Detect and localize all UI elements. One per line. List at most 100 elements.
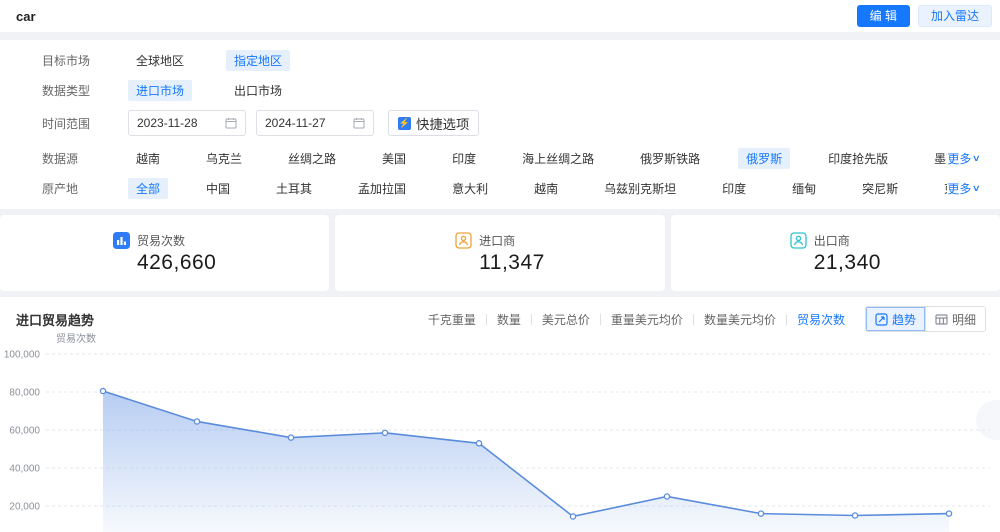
stat-card-trades: 贸易次数 426,660 bbox=[0, 215, 330, 291]
filter-option[interactable]: 印度 bbox=[444, 148, 484, 169]
more-label: 更多 bbox=[947, 182, 972, 196]
filter-option[interactable]: 柬埔寨 bbox=[936, 178, 947, 199]
filter-option[interactable]: 全部 bbox=[128, 178, 169, 199]
trend-icon bbox=[875, 312, 888, 326]
filter-option[interactable]: 进口市场 bbox=[128, 80, 193, 101]
stat-label: 进口商 bbox=[479, 233, 516, 248]
app-title: car bbox=[16, 8, 36, 24]
filter-label: 数据类型 bbox=[42, 84, 91, 98]
filter-options: 越南乌克兰丝绸之路美国印度海上丝绸之路俄罗斯铁路俄罗斯印度抢先版墨西哥哈萨克斯坦… bbox=[128, 148, 947, 169]
y-tick-label: 40,000 bbox=[9, 464, 40, 475]
stat-value: 21,340 bbox=[813, 250, 881, 274]
calendar-icon bbox=[225, 117, 237, 129]
stat-cards: 贸易次数 426,660 进口商 11,347 出口商 21,340 bbox=[0, 215, 1000, 291]
filter-row-origin: 原产地 全部中国土耳其孟加拉国意大利越南乌兹别克斯坦印度缅甸突尼斯柬埔寨德国保加… bbox=[42, 178, 982, 199]
filter-label: 目标市场 bbox=[42, 54, 91, 68]
filter-option[interactable]: 丝绸之路 bbox=[280, 148, 344, 169]
y-tick-label: 80,000 bbox=[9, 388, 40, 399]
filter-option[interactable]: 孟加拉国 bbox=[350, 178, 414, 199]
filter-options: 全球地区 指定地区 bbox=[128, 50, 980, 71]
y-tick-label: 100,000 bbox=[4, 350, 41, 361]
stat-value: 426,660 bbox=[136, 250, 217, 274]
metric-switcher: 千克重量 数量 美元总价 重量美元均价 数量美元均价 贸易次数 bbox=[418, 311, 855, 328]
metric-option[interactable]: 美元总价 bbox=[532, 311, 600, 328]
importer-icon bbox=[455, 231, 472, 249]
filter-option[interactable]: 美国 bbox=[374, 148, 414, 169]
filter-option[interactable]: 越南 bbox=[526, 178, 566, 199]
quick-options-label: 快捷选项 bbox=[416, 116, 470, 132]
stat-card-importers: 进口商 11,347 bbox=[335, 215, 665, 291]
more-origin-link[interactable]: 更多 ∨ bbox=[947, 180, 982, 197]
y-tick-label: 60,000 bbox=[9, 426, 40, 437]
filter-option[interactable]: 俄罗斯 bbox=[738, 148, 791, 169]
metric-option[interactable]: 重量美元均价 bbox=[601, 311, 693, 328]
quick-options-button[interactable]: ⚡ 快捷选项 bbox=[388, 110, 480, 136]
exporter-icon bbox=[790, 231, 807, 249]
filter-option[interactable]: 意大利 bbox=[444, 178, 496, 199]
data-point[interactable] bbox=[381, 429, 389, 437]
add-radar-button[interactable]: 加入雷达 bbox=[917, 5, 992, 27]
y-tick-label: 20,000 bbox=[9, 502, 40, 513]
filter-option[interactable]: 俄罗斯铁路 bbox=[632, 148, 708, 169]
data-point[interactable] bbox=[663, 493, 671, 500]
metric-option[interactable]: 贸易次数 bbox=[787, 311, 855, 328]
metric-option[interactable]: 数量美元均价 bbox=[694, 311, 786, 328]
filter-panel: 目标市场 全球地区 指定地区 数据类型 进口市场 出口市场 时间范围 2023-11… bbox=[0, 40, 1000, 209]
data-point[interactable] bbox=[99, 387, 107, 395]
data-point[interactable] bbox=[475, 440, 483, 447]
filter-option[interactable]: 突尼斯 bbox=[854, 178, 906, 199]
filter-option[interactable]: 海上丝绸之路 bbox=[514, 148, 602, 169]
filter-row-data-source: 数据源 越南乌克兰丝绸之路美国印度海上丝绸之路俄罗斯铁路俄罗斯印度抢先版墨西哥哈… bbox=[42, 148, 982, 169]
filter-options: 全部中国土耳其孟加拉国意大利越南乌兹别克斯坦印度缅甸突尼斯柬埔寨德国保加利亚葡萄… bbox=[128, 178, 947, 199]
filter-option[interactable]: 乌兹别克斯坦 bbox=[596, 178, 684, 199]
filter-option[interactable]: 乌克兰 bbox=[198, 148, 250, 169]
data-point[interactable] bbox=[757, 510, 765, 517]
start-date-input[interactable]: 2023-11-28 bbox=[128, 110, 246, 136]
filter-options: 进口市场 出口市场 bbox=[128, 80, 980, 101]
chevron-down-icon: ∨ bbox=[972, 183, 982, 193]
filter-row-data-type: 数据类型 进口市场 出口市场 bbox=[42, 80, 980, 101]
more-label: 更多 bbox=[947, 152, 972, 166]
chevron-down-icon: ∨ bbox=[972, 153, 982, 163]
filter-option[interactable]: 墨西哥 bbox=[926, 148, 947, 169]
filter-label: 数据源 bbox=[42, 152, 79, 166]
chart-title: 进口贸易趋势 bbox=[16, 312, 95, 328]
topbar-actions: 编 辑 加入雷达 bbox=[856, 5, 992, 27]
filter-option[interactable]: 全球地区 bbox=[128, 50, 192, 71]
stat-label: 贸易次数 bbox=[136, 233, 185, 248]
filter-option[interactable]: 缅甸 bbox=[784, 178, 824, 199]
stat-label: 出口商 bbox=[813, 233, 850, 248]
data-point[interactable] bbox=[569, 513, 577, 520]
filter-label: 时间范围 bbox=[42, 116, 91, 131]
stat-value: 11,347 bbox=[479, 250, 545, 274]
metric-option[interactable]: 数量 bbox=[487, 311, 531, 328]
data-point[interactable] bbox=[851, 512, 859, 519]
chart-header: 进口贸易趋势 千克重量 数量 美元总价 重量美元均价 数量美元均价 贸易次数 趋势 明细 bbox=[0, 306, 1000, 332]
filter-option[interactable]: 指定地区 bbox=[226, 50, 291, 71]
end-date-input[interactable]: 2024-11-27 bbox=[256, 110, 374, 136]
filter-option[interactable]: 越南 bbox=[128, 148, 168, 169]
more-data-source-link[interactable]: 更多 ∨ bbox=[947, 150, 982, 167]
calendar-icon bbox=[353, 117, 365, 129]
filter-option[interactable]: 印度抢先版 bbox=[820, 148, 896, 169]
stat-card-exporters: 出口商 21,340 bbox=[670, 215, 1000, 291]
trend-chart: 贸易次数020,00040,00060,00080,000100,0002023… bbox=[4, 332, 990, 532]
filter-option[interactable]: 出口市场 bbox=[226, 80, 290, 101]
filter-option[interactable]: 印度 bbox=[714, 178, 754, 199]
metric-option[interactable]: 千克重量 bbox=[418, 311, 486, 328]
filter-option[interactable]: 土耳其 bbox=[268, 178, 320, 199]
data-point[interactable] bbox=[945, 510, 953, 517]
edit-button[interactable]: 编 辑 bbox=[856, 5, 910, 27]
data-point[interactable] bbox=[193, 418, 201, 425]
filter-option[interactable]: 中国 bbox=[198, 178, 238, 199]
y-axis-label: 贸易次数 bbox=[56, 332, 96, 345]
area-fill bbox=[103, 391, 949, 532]
view-toggle-label: 明细 bbox=[951, 312, 976, 327]
view-toggle-detail[interactable]: 明细 bbox=[924, 307, 985, 331]
filter-label: 原产地 bbox=[42, 182, 79, 196]
bar-chart-icon bbox=[112, 231, 130, 249]
view-toggle: 趋势 明细 bbox=[864, 306, 986, 332]
data-point[interactable] bbox=[287, 434, 295, 441]
end-date-value: 2024-11-27 bbox=[265, 116, 326, 130]
view-toggle-trend[interactable]: 趋势 bbox=[865, 307, 925, 331]
